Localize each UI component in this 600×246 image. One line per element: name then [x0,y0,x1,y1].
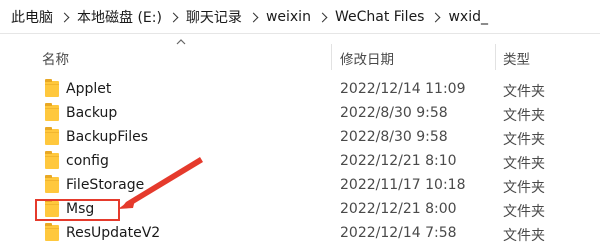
folder-icon [45,79,59,97]
folder-icon [45,103,59,121]
column-header-date[interactable]: 修改日期 [340,48,394,68]
file-name: Backup [66,105,118,121]
file-date: 2022/12/21 8:10 [340,153,457,169]
folder-icon [45,175,59,193]
folder-icon [45,127,59,145]
list-item[interactable]: ResUpdateV2 2022/12/14 7:58 文件夹 [0,222,600,246]
file-type: 文件夹 [503,180,545,196]
file-type: 文件夹 [503,156,545,172]
file-type: 文件夹 [503,108,545,124]
file-date: 2022/11/17 10:18 [340,177,466,193]
folder-icon [45,151,59,169]
file-date: 2022/12/14 7:58 [340,225,457,241]
file-date: 2022/12/21 8:00 [340,201,457,217]
file-name: BackupFiles [66,129,149,145]
chevron-right-icon[interactable] [314,10,332,24]
file-type: 文件夹 [503,84,545,100]
breadcrumb-weixin[interactable]: weixin [263,9,314,25]
chevron-right-icon[interactable] [165,10,183,24]
column-header-type[interactable]: 类型 [503,48,530,68]
file-type: 文件夹 [503,132,545,148]
folder-icon [45,223,59,241]
address-bar[interactable]: 此电脑 本地磁盘 (E:) 聊天记录 weixin WeChat Files w… [0,0,600,34]
file-name: config [66,153,109,169]
file-name: Applet [66,81,112,97]
breadcrumb-this-pc[interactable]: 此电脑 [8,7,56,27]
column-headers: 名称 修改日期 类型 [0,34,600,72]
file-date: 2022/8/30 9:58 [340,105,448,121]
column-divider[interactable] [495,44,496,70]
chevron-right-icon[interactable] [427,10,445,24]
list-item[interactable]: FileStorage 2022/11/17 10:18 文件夹 [0,174,600,198]
file-name: FileStorage [66,177,145,193]
breadcrumb-chat-records[interactable]: 聊天记录 [183,7,245,27]
list-item[interactable]: config 2022/12/21 8:10 文件夹 [0,150,600,174]
file-type: 文件夹 [503,228,545,244]
file-name: ResUpdateV2 [66,225,161,241]
annotation-highlight-box [35,199,120,221]
column-divider[interactable] [331,44,332,70]
breadcrumb-local-disk[interactable]: 本地磁盘 (E:) [74,7,165,27]
file-date: 2022/12/14 11:09 [340,81,466,97]
breadcrumb-wechat-files[interactable]: WeChat Files [332,9,428,25]
list-item[interactable]: Backup 2022/8/30 9:58 文件夹 [0,102,600,126]
column-header-name[interactable]: 名称 [42,48,69,68]
chevron-right-icon[interactable] [245,10,263,24]
chevron-right-icon[interactable] [56,10,74,24]
sort-up-icon [176,39,186,45]
file-type: 文件夹 [503,204,545,220]
list-item[interactable]: BackupFiles 2022/8/30 9:58 文件夹 [0,126,600,150]
list-item[interactable]: Applet 2022/12/14 11:09 文件夹 [0,78,600,102]
file-date: 2022/8/30 9:58 [340,129,448,145]
breadcrumb-wxid[interactable]: wxid_ [445,9,491,25]
